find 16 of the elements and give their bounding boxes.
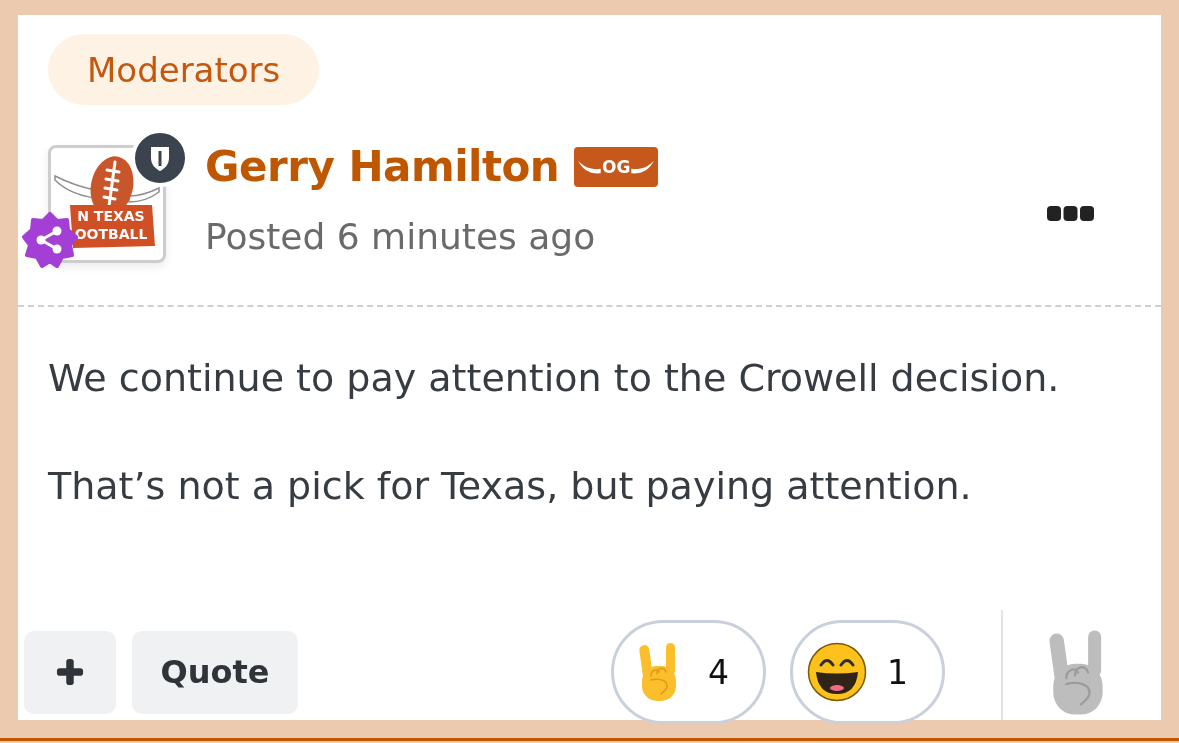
post-time: Posted 6 minutes ago bbox=[205, 215, 597, 259]
add-button[interactable] bbox=[24, 630, 116, 714]
quote-button[interactable]: Quote bbox=[132, 630, 298, 714]
plus-icon bbox=[56, 658, 84, 686]
logo-text: OOTBALL bbox=[74, 226, 148, 242]
post-paragraph: We continue to pay attention to the Crowell decision. bbox=[48, 355, 1061, 402]
horns-hand-icon bbox=[637, 642, 679, 702]
more-icon[interactable] bbox=[1047, 206, 1094, 222]
og-badge: OG bbox=[574, 147, 659, 187]
grinning-face-icon bbox=[807, 642, 867, 702]
reaction-button[interactable]: 1 bbox=[790, 620, 945, 724]
reaction-button[interactable]: 4 bbox=[611, 620, 766, 724]
logo-text: N TEXAS bbox=[77, 208, 145, 224]
group-tag: Moderators bbox=[48, 34, 320, 105]
author-name[interactable]: Gerry Hamilton bbox=[205, 142, 560, 192]
post-paragraph: That’s not a pick for Texas, but paying attention. bbox=[48, 463, 973, 510]
